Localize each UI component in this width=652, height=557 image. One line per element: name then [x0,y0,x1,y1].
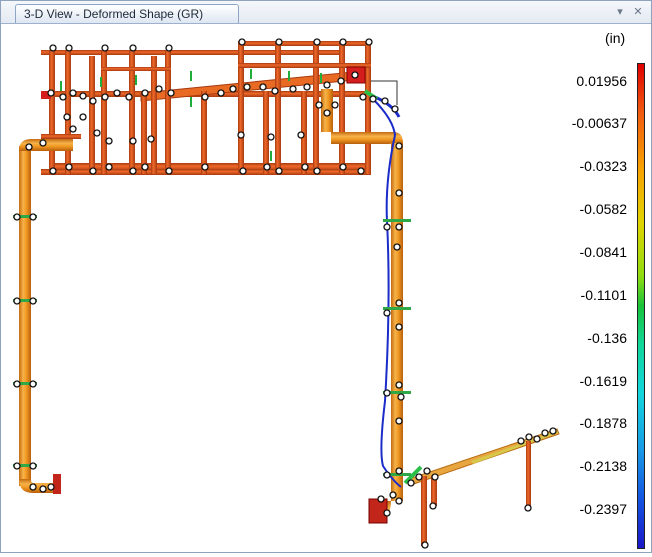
legend-value: -0.1878 [579,415,627,431]
legend-value: -0.0582 [579,201,627,217]
tab-bar: 3-D View - Deformed Shape (GR) ▾ ✕ [1,1,651,24]
pipe-supports [13,215,411,476]
legend-value: -0.2138 [579,458,627,474]
legend-value: -0.2397 [579,501,627,517]
tab-3d-view[interactable]: 3-D View - Deformed Shape (GR) [15,4,239,23]
pipe-left-run [19,139,73,494]
chevron-down-icon[interactable]: ▾ [613,5,627,19]
legend-value: 0.01956 [576,73,627,89]
legend-value: -0.0841 [579,244,627,260]
steel-frame [41,41,398,175]
legend-units: (in) [605,30,626,46]
legend-value: -0.00637 [571,115,627,131]
close-icon[interactable]: ✕ [631,5,645,19]
legend-value: -0.136 [587,330,627,346]
3d-viewport[interactable] [1,24,651,552]
legend-value: -0.1101 [580,287,627,303]
legend-value: -0.0323 [579,158,627,174]
pipe-lower-branch [403,428,560,546]
color-scale-bar [637,63,645,549]
deformed-shape-model [13,38,560,549]
view-window: 3-D View - Deformed Shape (GR) ▾ ✕ (in) … [0,0,652,553]
legend-value: -0.1619 [579,373,627,389]
node-points [13,38,557,549]
